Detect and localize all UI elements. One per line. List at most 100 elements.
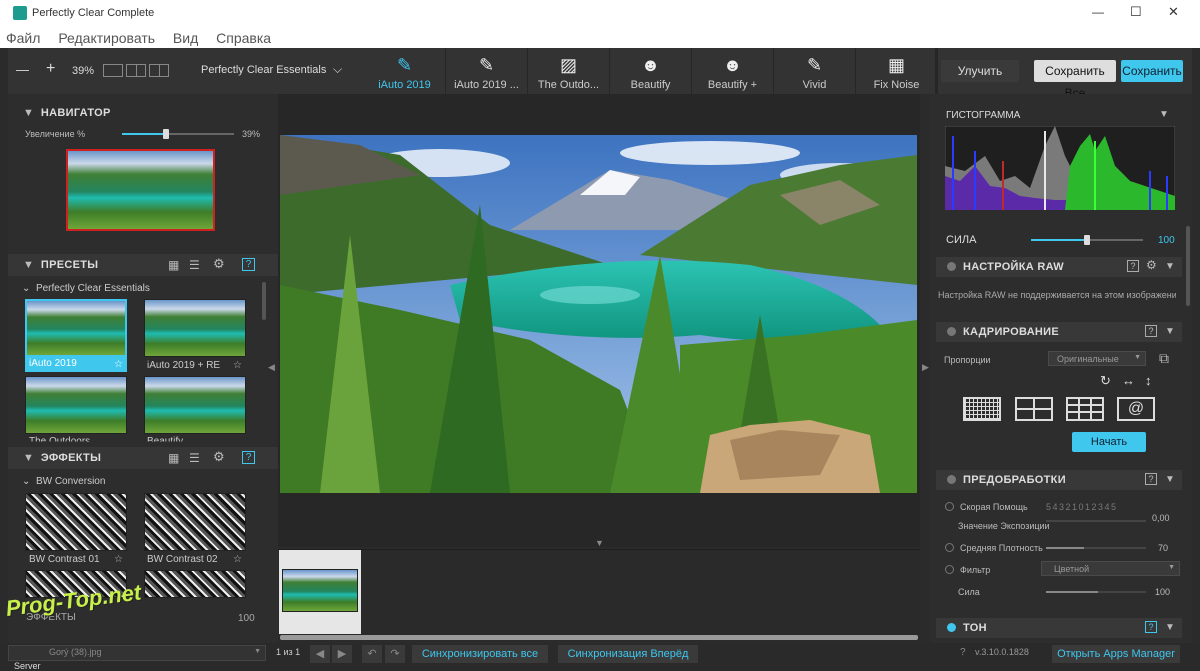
help-icon[interactable]: ? xyxy=(242,451,255,464)
preset-thumb-outdoors[interactable] xyxy=(25,376,127,434)
effect-thumb-partial[interactable] xyxy=(144,570,246,598)
left-panel-toggle[interactable]: ◀ xyxy=(268,362,275,373)
help-icon[interactable]: ? xyxy=(1145,473,1157,485)
rotate-icon[interactable]: ↻ xyxy=(1100,374,1111,388)
star-icon[interactable]: ☆ xyxy=(114,358,123,372)
chevron-down-icon[interactable]: ▼ xyxy=(1165,621,1175,635)
chevron-down-icon[interactable]: ▼ xyxy=(1165,473,1175,487)
zoom-in-button[interactable]: + xyxy=(46,60,55,78)
tab-iauto-2019[interactable]: ✎ iAuto 2019 xyxy=(364,48,446,94)
right-panel-toggle[interactable]: ▶ xyxy=(922,362,929,373)
close-button[interactable]: ✕ xyxy=(1168,4,1179,20)
save-all-button[interactable]: Сохранить Все xyxy=(1034,60,1116,100)
exposure-slider[interactable] xyxy=(1046,520,1146,522)
tab-beautify[interactable]: ☻ Beautify xyxy=(610,48,692,94)
redo-icon[interactable]: ↷ xyxy=(385,645,405,663)
minimize-button[interactable]: — xyxy=(1092,5,1104,19)
next-image-button[interactable]: ▶ xyxy=(332,645,352,663)
help-icon[interactable]: ? xyxy=(960,647,966,658)
tab-fix-noise[interactable]: ▦ Fix Noise xyxy=(856,48,938,94)
tab-iauto-2019-re[interactable]: ✎ iAuto 2019 ... xyxy=(446,48,528,94)
chevron-down-icon[interactable]: ▼ xyxy=(1165,325,1175,339)
toggle-dot-icon[interactable] xyxy=(947,623,956,632)
presets-header[interactable]: ▼ ПРЕСЕТЫ xyxy=(23,255,98,275)
toggle-dot-icon[interactable] xyxy=(947,475,956,484)
help-icon[interactable]: ? xyxy=(1127,260,1139,272)
maximize-button[interactable]: ☐ xyxy=(1130,4,1142,20)
zoom-out-button[interactable]: — xyxy=(16,62,29,77)
navigator-preview-image[interactable] xyxy=(66,149,215,231)
undo-icon[interactable]: ↶ xyxy=(362,645,382,663)
file-select[interactable]: Gorý (38).jpg ▼ xyxy=(8,645,266,661)
list-view-icon[interactable]: ☰ xyxy=(189,451,200,465)
effect-thumb-bw-contrast-02[interactable] xyxy=(144,493,246,551)
save-button[interactable]: Сохранить xyxy=(1121,60,1183,82)
quarter-grid-icon[interactable] xyxy=(1015,397,1053,421)
effects-header[interactable]: ▼ ЭФФЕКТЫ xyxy=(23,448,101,468)
crop-title[interactable]: КАДРИРОВАНИЕ xyxy=(963,322,1059,342)
proportions-select[interactable]: Оригинальные ▼ xyxy=(1048,351,1146,366)
star-icon[interactable]: ☆ xyxy=(233,359,242,373)
right-panel-scrollbar[interactable] xyxy=(1186,226,1190,306)
presets-scrollbar[interactable] xyxy=(262,282,266,320)
navigator-header[interactable]: ▼ НАВИГАТОР xyxy=(23,103,111,123)
filmstrip-scrollbar[interactable] xyxy=(280,635,918,640)
tab-beautify-plus[interactable]: ☻ Beautify + xyxy=(692,48,774,94)
effect-thumb-bw-contrast-01[interactable] xyxy=(25,493,127,551)
help-icon[interactable]: ? xyxy=(242,258,255,271)
menu-edit[interactable]: Редактировать xyxy=(58,28,155,48)
grid-view-icon[interactable]: ▦ xyxy=(168,258,179,272)
quick-help-checkbox[interactable] xyxy=(945,502,954,511)
effects-group[interactable]: ⌄ BW Conversion xyxy=(22,476,105,487)
star-icon[interactable]: ☆ xyxy=(233,553,242,567)
toggle-dot-icon[interactable] xyxy=(947,262,956,271)
pre-title[interactable]: ПРЕДОБРАБОТКИ xyxy=(963,470,1066,490)
gear-icon[interactable]: ⚙ xyxy=(213,450,225,464)
fine-grid-icon[interactable] xyxy=(963,397,1001,421)
density-checkbox[interactable] xyxy=(945,543,954,552)
split-view-icon[interactable] xyxy=(126,64,146,77)
filmstrip-toggle-icon[interactable]: ▼ xyxy=(595,538,604,548)
help-icon[interactable]: ? xyxy=(1145,621,1157,633)
menu-help[interactable]: Справка xyxy=(216,28,271,48)
prev-image-button[interactable]: ◀ xyxy=(310,645,330,663)
flip-vertical-icon[interactable]: ↕ xyxy=(1145,374,1152,388)
chevron-down-icon[interactable]: ▼ xyxy=(1159,108,1169,122)
toggle-dot-icon[interactable] xyxy=(947,327,956,336)
gear-icon[interactable]: ⚙ xyxy=(1146,258,1157,272)
navigator-zoom-knob[interactable] xyxy=(163,129,169,139)
presets-group[interactable]: ⌄ Perfectly Clear Essentials xyxy=(22,283,150,294)
single-view-icon[interactable] xyxy=(103,64,123,77)
raw-title[interactable]: НАСТРОЙКА RAW xyxy=(963,257,1064,277)
thirds-grid-icon[interactable] xyxy=(1066,397,1104,421)
open-apps-manager-button[interactable]: Открыть Apps Manager xyxy=(1052,645,1180,663)
crop-start-button[interactable]: Начать xyxy=(1072,432,1146,452)
star-icon[interactable]: ☆ xyxy=(114,553,123,567)
preset-thumb-iauto-2019-re[interactable] xyxy=(144,299,246,357)
flip-horizontal-icon[interactable]: ↔ xyxy=(1122,374,1135,388)
filmstrip-thumb[interactable] xyxy=(282,569,358,612)
grid-view-icon[interactable]: ▦ xyxy=(168,451,179,465)
help-icon[interactable]: ? xyxy=(1145,325,1157,337)
golden-spiral-icon[interactable]: @ xyxy=(1117,397,1155,421)
improve-button[interactable]: Улучить xyxy=(941,60,1019,82)
menu-view[interactable]: Вид xyxy=(173,28,198,48)
gear-icon[interactable]: ⚙ xyxy=(213,257,225,271)
strength-knob[interactable] xyxy=(1084,235,1090,245)
tone-title[interactable]: ТОН xyxy=(963,618,987,638)
filter-checkbox[interactable] xyxy=(945,565,954,574)
compare-view-icon[interactable] xyxy=(149,64,169,77)
preset-thumb-beautify[interactable] xyxy=(144,376,246,434)
filter-select[interactable]: Цветной ▼ xyxy=(1041,561,1180,576)
main-photo[interactable] xyxy=(280,135,917,493)
chevron-down-icon[interactable]: ▼ xyxy=(1165,260,1175,274)
sync-all-button[interactable]: Синхронизировать все xyxy=(412,645,548,663)
tab-outdoors[interactable]: ▨ The Outdo... xyxy=(528,48,610,94)
preset-group-select[interactable]: Perfectly Clear Essentials xyxy=(201,64,326,76)
sync-forward-button[interactable]: Синхронизация Вперёд xyxy=(558,645,698,663)
list-view-icon[interactable]: ☰ xyxy=(189,258,200,272)
menu-file[interactable]: Файл xyxy=(6,28,40,48)
chevron-down-icon[interactable]: ⌵ xyxy=(333,62,342,77)
preset-thumb-iauto-2019[interactable] xyxy=(25,299,127,357)
crop-icon[interactable]: ⧉ xyxy=(1159,351,1169,365)
